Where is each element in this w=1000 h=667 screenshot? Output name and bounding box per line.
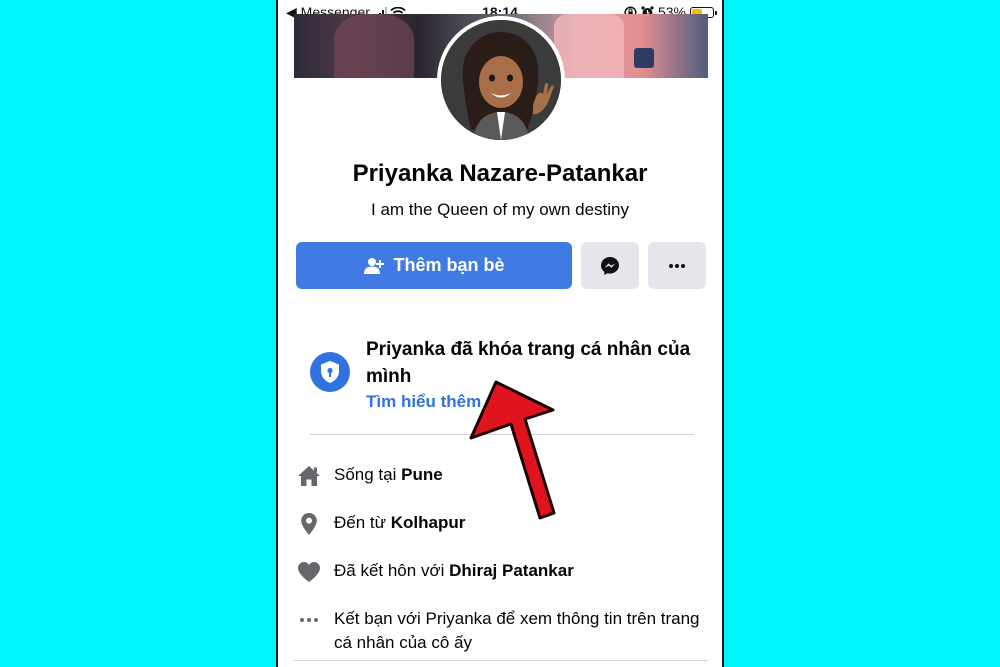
- add-friend-button[interactable]: Thêm bạn bè: [296, 242, 572, 289]
- from-prefix: Đến từ: [334, 513, 391, 532]
- heart-icon: [296, 559, 322, 585]
- more-options-button[interactable]: [648, 242, 706, 289]
- lives-place[interactable]: Pune: [401, 465, 443, 484]
- friend-hint-item: Kết bạn với Priyanka để xem thông tin tr…: [296, 605, 706, 661]
- divider: [310, 434, 694, 435]
- profile-bio: I am the Queen of my own destiny: [371, 200, 629, 219]
- lives-in-item: Sống tại Pune: [296, 461, 706, 491]
- from-item: Đến từ Kolhapur: [296, 509, 706, 539]
- friend-hint-text: Kết bạn với Priyanka để xem thông tin tr…: [334, 609, 700, 652]
- bottom-divider: [294, 660, 708, 661]
- shield-lock-icon: [310, 352, 350, 392]
- learn-more-link[interactable]: Tìm hiểu thêm: [366, 392, 481, 412]
- locked-profile-title: Priyanka đã khóa trang cá nhân của mình: [366, 339, 691, 387]
- avatar-illustration: [441, 20, 561, 140]
- relationship-item: Đã kết hôn với Dhiraj Patankar: [296, 557, 706, 587]
- location-pin-icon: [296, 511, 322, 537]
- married-prefix: Đã kết hôn với: [334, 561, 450, 580]
- married-person[interactable]: Dhiraj Patankar: [449, 561, 574, 580]
- more-icon: [669, 263, 685, 268]
- add-friend-icon: [364, 257, 385, 274]
- dots-icon: [296, 607, 322, 633]
- profile-avatar[interactable]: [437, 16, 565, 144]
- locked-profile-notice: Priyanka đã khóa trang cá nhân của mình …: [308, 330, 698, 420]
- add-friend-label: Thêm bạn bè: [393, 255, 505, 275]
- lives-prefix: Sống tại: [334, 465, 402, 484]
- messenger-icon: [601, 256, 619, 275]
- profile-name: Priyanka Nazare-Patankar: [352, 160, 648, 187]
- phone-screen: ◀ Messenger 18:14 53% Priyanka Nazare-Pa…: [276, 0, 724, 667]
- from-place[interactable]: Kolhapur: [391, 513, 466, 532]
- home-icon: [296, 463, 322, 489]
- message-button[interactable]: [581, 242, 639, 289]
